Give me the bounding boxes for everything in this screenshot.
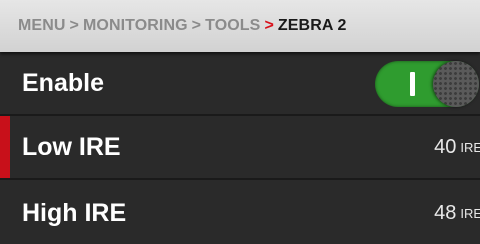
row-high-ire[interactable]: High IRE 48 IRE	[0, 182, 480, 244]
low-ire-unit: IRE	[460, 139, 480, 155]
enable-toggle[interactable]	[375, 61, 479, 107]
high-ire-unit: IRE	[460, 205, 480, 221]
low-ire-number: 40	[434, 135, 457, 158]
row-divider	[0, 178, 480, 180]
zebra-2-menu-screen: MENU > MONITORING > TOOLS > ZEBRA 2 Enab…	[0, 0, 480, 244]
high-ire-number: 48	[434, 201, 457, 224]
toggle-knob[interactable]	[433, 61, 479, 107]
enable-label: Enable	[22, 68, 104, 97]
breadcrumb-current: ZEBRA 2	[277, 17, 347, 34]
row-enable[interactable]: Enable	[0, 52, 480, 114]
breadcrumb-separator-active: >	[264, 17, 274, 34]
high-ire-label: High IRE	[22, 198, 127, 227]
breadcrumb: MENU > MONITORING > TOOLS > ZEBRA 2	[0, 0, 480, 52]
breadcrumb-item-tools[interactable]: TOOLS	[205, 17, 260, 35]
low-ire-value[interactable]: 40 IRE	[434, 116, 480, 178]
breadcrumb-separator: >	[191, 17, 202, 34]
row-low-ire[interactable]: Low IRE 40 IRE	[0, 116, 480, 178]
high-ire-value[interactable]: 48 IRE	[434, 182, 480, 244]
breadcrumb-item-menu[interactable]: MENU	[18, 17, 66, 35]
low-ire-label: Low IRE	[22, 132, 121, 161]
selection-indicator	[0, 116, 10, 178]
breadcrumb-item-monitoring[interactable]: MONITORING	[83, 17, 188, 35]
toggle-on-icon	[410, 72, 415, 96]
breadcrumb-separator: >	[69, 17, 79, 34]
